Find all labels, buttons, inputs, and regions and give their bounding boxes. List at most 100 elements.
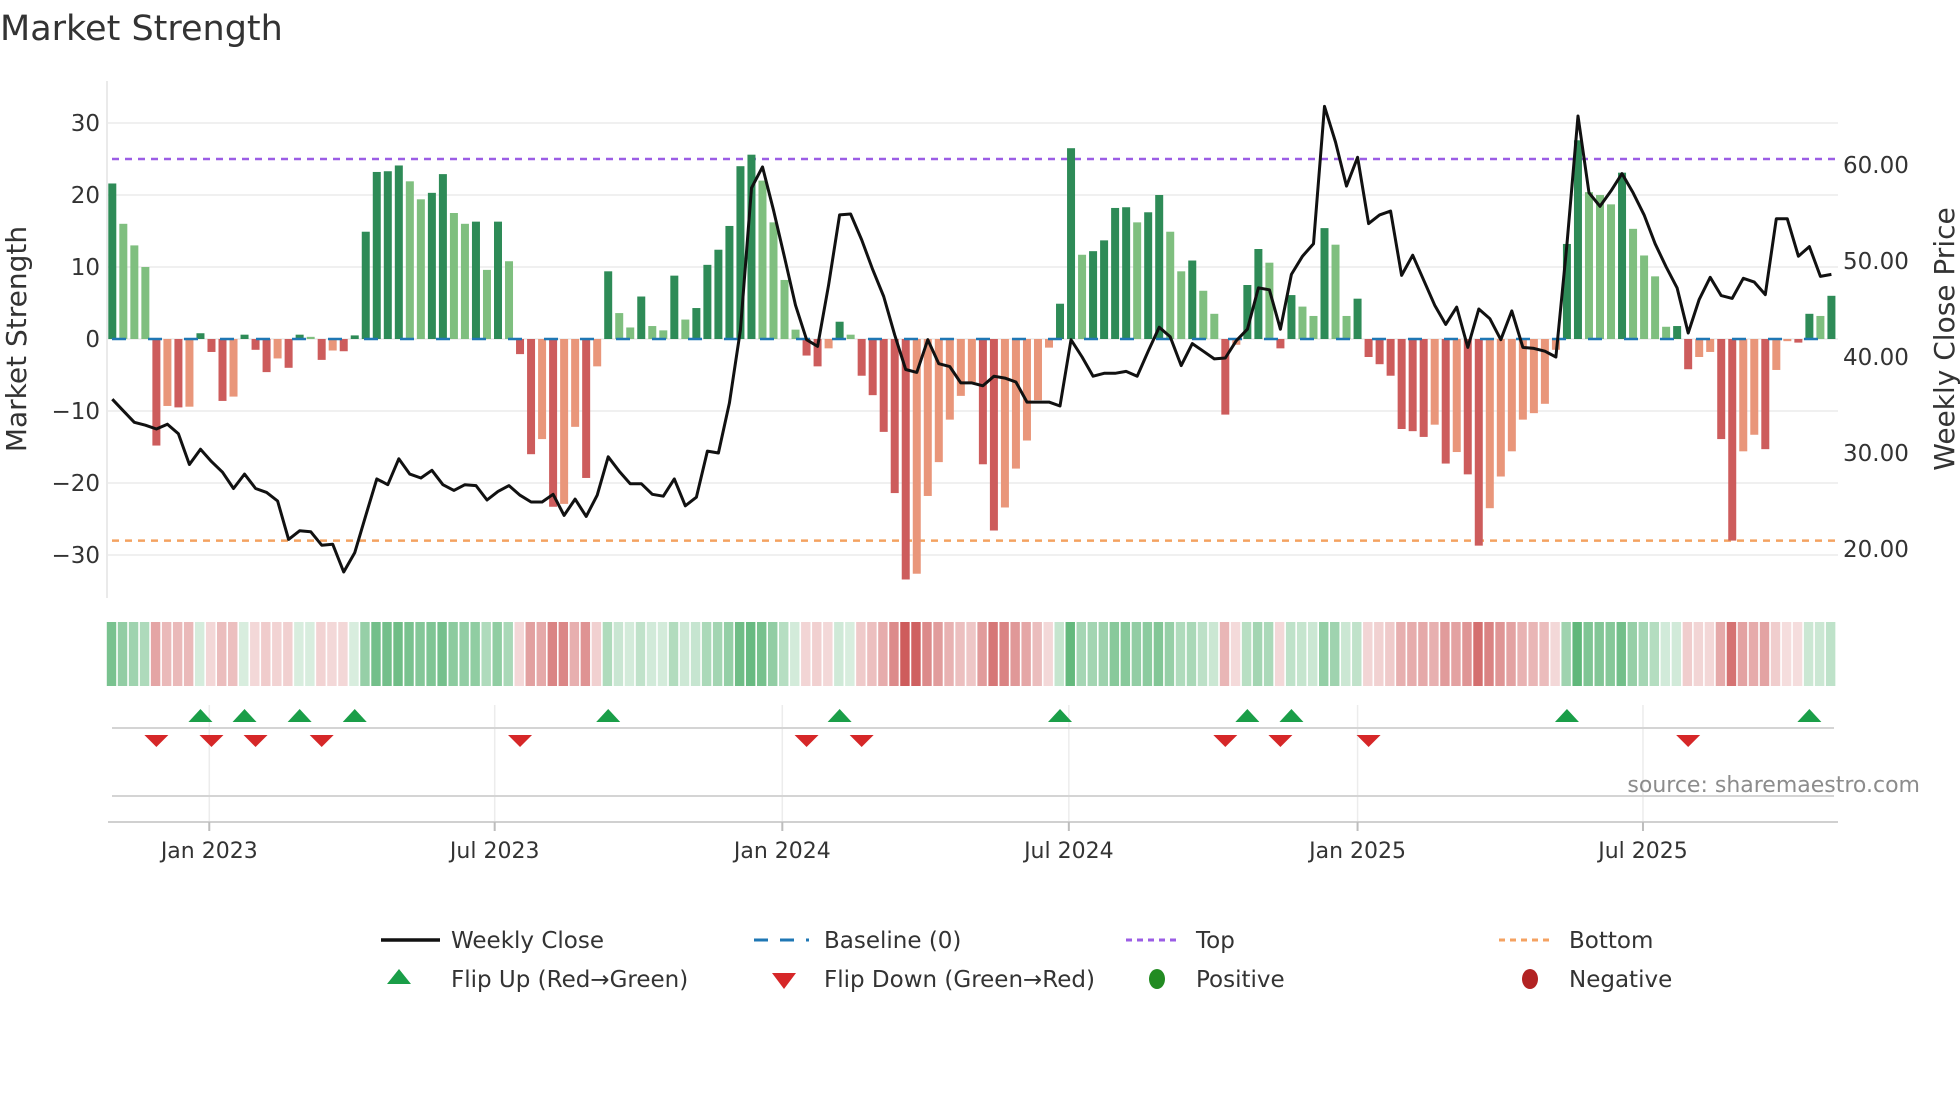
strength-bar [505,261,514,339]
heat-cell [514,622,524,686]
strength-bar [394,165,403,339]
strength-bar [1408,339,1417,432]
strength-bar [582,339,591,478]
flip-down-marker [1268,735,1293,747]
heat-cell [867,622,877,686]
strength-bar [1540,339,1549,404]
heat-cell [668,622,679,686]
heat-cell [1407,622,1417,686]
strength-bar [460,223,469,339]
heat-cell [1120,622,1131,686]
circle-icon [1149,969,1165,989]
strength-bar [901,339,910,580]
heat-cell [503,622,513,686]
strength-bar [593,339,602,367]
strength-bar [571,339,580,427]
heat-cell [1451,622,1461,686]
heat-cell [889,622,899,686]
flip-down-marker [1676,735,1701,747]
strength-bar [350,335,359,339]
strength-bar [714,249,723,339]
heat-cell [1594,622,1604,686]
strength-bar [824,339,833,349]
strength-bar [1022,339,1031,441]
heat-cell [624,622,635,686]
heat-cell [261,622,271,686]
y-tick-label: 20 [71,183,100,209]
strength-bar [1375,339,1384,365]
strength-bar [615,313,624,339]
heat-cell [1296,622,1307,686]
heat-cell [1770,622,1781,686]
heat-cell [1495,622,1505,686]
heat-cell [415,622,425,686]
strength-bar [967,339,976,383]
strength-bar [758,180,767,339]
heat-cell [327,622,337,686]
legend-label: Weekly Close [451,928,604,954]
heat-cell [966,622,976,686]
flip-down-marker [849,735,874,747]
strength-bar [1033,339,1042,401]
flip-markers-panel: source: sharemaestro.com [112,705,1920,822]
strength-bar [438,174,447,339]
strength-bar [1463,339,1472,475]
y-tick-label: −30 [51,543,100,569]
heat-cell [1098,622,1109,686]
heat-cell [1032,622,1042,686]
strength-bar [1750,339,1759,435]
strength-bar [1364,339,1373,357]
strength-bar [339,339,348,352]
heat-cell [1704,622,1715,686]
heat-cell [1759,622,1770,686]
heat-cell [834,622,844,686]
strength-bar [846,334,855,339]
strength-bar [1772,339,1781,370]
heat-cell [1671,622,1682,686]
heat-cell [701,622,712,686]
y-axis-label: Market Strength [0,226,33,452]
heat-cell [790,622,800,686]
heat-cell [856,622,866,686]
strength-bar [1045,339,1053,348]
strength-bar [1673,326,1682,339]
strength-bar [449,213,458,339]
y-tick-label: −20 [51,471,100,497]
heat-cell [481,622,491,686]
strength-bar [207,339,216,352]
strength-bar [648,326,657,339]
heat-cell [217,622,227,686]
strength-bar [560,339,569,504]
heat-cell [106,622,117,686]
strength-bar [1452,339,1461,453]
flip-up-marker [1797,709,1822,722]
strength-bar [1761,339,1770,450]
heat-cell [1263,622,1274,686]
strength-bar [1287,295,1296,339]
strength-bar [1166,231,1175,339]
strength-bar [1331,244,1340,339]
strength-bar [1739,339,1748,452]
source-label: source: sharemaestro.com [1627,773,1920,798]
strength-bar [1155,195,1164,339]
y-tick-label: 0 [85,327,100,353]
strength-bar [1695,339,1704,357]
flip-up-marker [287,709,312,722]
heat-cell [1396,622,1406,686]
heat-cell [161,622,172,686]
strength-bar [1210,313,1219,339]
heat-cell [1054,622,1064,686]
flip-down-marker [508,735,533,747]
legend-item-positive: Positive [1149,967,1285,993]
heat-cell [272,622,282,686]
heat-cell [250,622,260,686]
strength-bar [405,181,414,339]
strength-bar [119,223,128,339]
heat-cell [1319,622,1329,686]
strength-bar [923,339,932,496]
heat-cell [1649,622,1660,686]
heat-cell [1484,622,1494,686]
strength-bar [251,339,260,350]
strength-bar [835,321,844,339]
heat-cell [569,622,580,686]
